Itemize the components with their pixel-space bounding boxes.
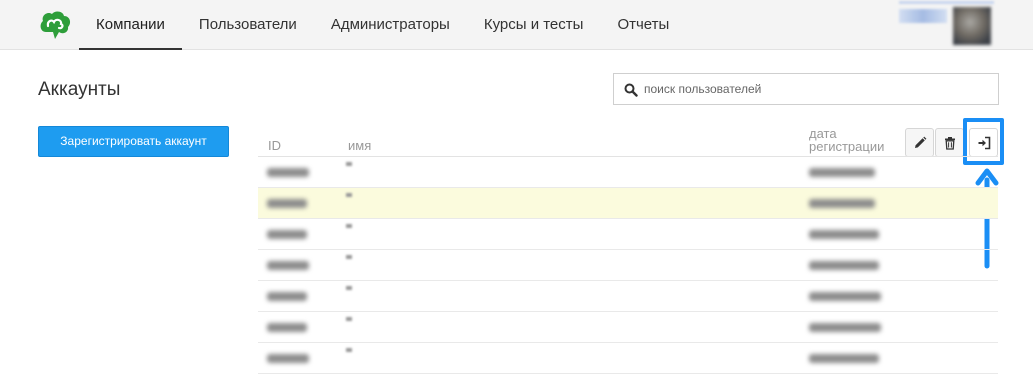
table-row-highlighted[interactable]	[258, 188, 998, 219]
cell-name-blurred	[346, 193, 352, 197]
trash-icon	[945, 137, 955, 150]
cell-id-blurred	[267, 230, 307, 239]
main-nav: Компании Пользователи Администраторы Кур…	[79, 0, 686, 50]
table-row[interactable]	[258, 219, 998, 250]
search-input[interactable]	[644, 75, 984, 103]
cell-id-blurred	[267, 292, 307, 301]
cell-name-blurred	[346, 317, 352, 321]
cell-id-blurred	[267, 354, 309, 363]
cell-name-blurred	[346, 286, 352, 290]
search-icon	[624, 83, 638, 97]
top-navbar: Компании Пользователи Администраторы Кур…	[0, 0, 1033, 50]
cell-date-blurred	[809, 261, 879, 270]
cell-date-blurred	[809, 292, 881, 301]
cell-id-blurred	[267, 323, 307, 332]
cell-name-blurred	[346, 224, 352, 228]
table-row[interactable]	[258, 250, 998, 281]
column-header-date[interactable]: дата регистрации	[809, 127, 899, 153]
nav-tab-admins[interactable]: Администраторы	[314, 0, 467, 50]
table-row[interactable]	[258, 281, 998, 312]
cell-date-blurred	[809, 168, 875, 177]
table-row[interactable]	[258, 157, 998, 188]
edit-button[interactable]	[905, 128, 934, 157]
nav-tab-companies[interactable]: Компании	[79, 0, 182, 50]
cell-id-blurred	[267, 168, 309, 177]
user-name-blurred[interactable]	[899, 9, 947, 23]
avatar[interactable]	[953, 7, 991, 45]
column-header-id[interactable]: ID	[268, 139, 281, 152]
cell-name-blurred	[346, 162, 352, 166]
table-row[interactable]	[258, 343, 998, 374]
page-title: Аккаунты	[38, 79, 121, 100]
column-header-name[interactable]: имя	[348, 139, 371, 152]
register-account-button[interactable]: Зарегистрировать аккаунт	[38, 126, 229, 157]
cell-date-blurred	[809, 199, 875, 208]
cell-date-blurred	[809, 230, 879, 239]
table-row[interactable]	[258, 312, 998, 343]
delete-button[interactable]	[935, 128, 964, 157]
cell-name-blurred	[346, 348, 352, 352]
cell-name-blurred	[346, 255, 352, 259]
cell-date-blurred	[809, 354, 879, 363]
search-box[interactable]	[613, 73, 999, 105]
cell-date-blurred	[809, 323, 881, 332]
logo-icon[interactable]	[38, 10, 72, 40]
nav-tab-users[interactable]: Пользователи	[182, 0, 314, 50]
nav-tab-reports[interactable]: Отчеты	[600, 0, 686, 50]
pencil-icon	[915, 136, 927, 148]
cell-id-blurred	[267, 261, 309, 270]
user-info-blurred	[899, 1, 994, 4]
nav-tab-courses[interactable]: Курсы и тесты	[467, 0, 601, 50]
cell-id-blurred	[267, 199, 307, 208]
